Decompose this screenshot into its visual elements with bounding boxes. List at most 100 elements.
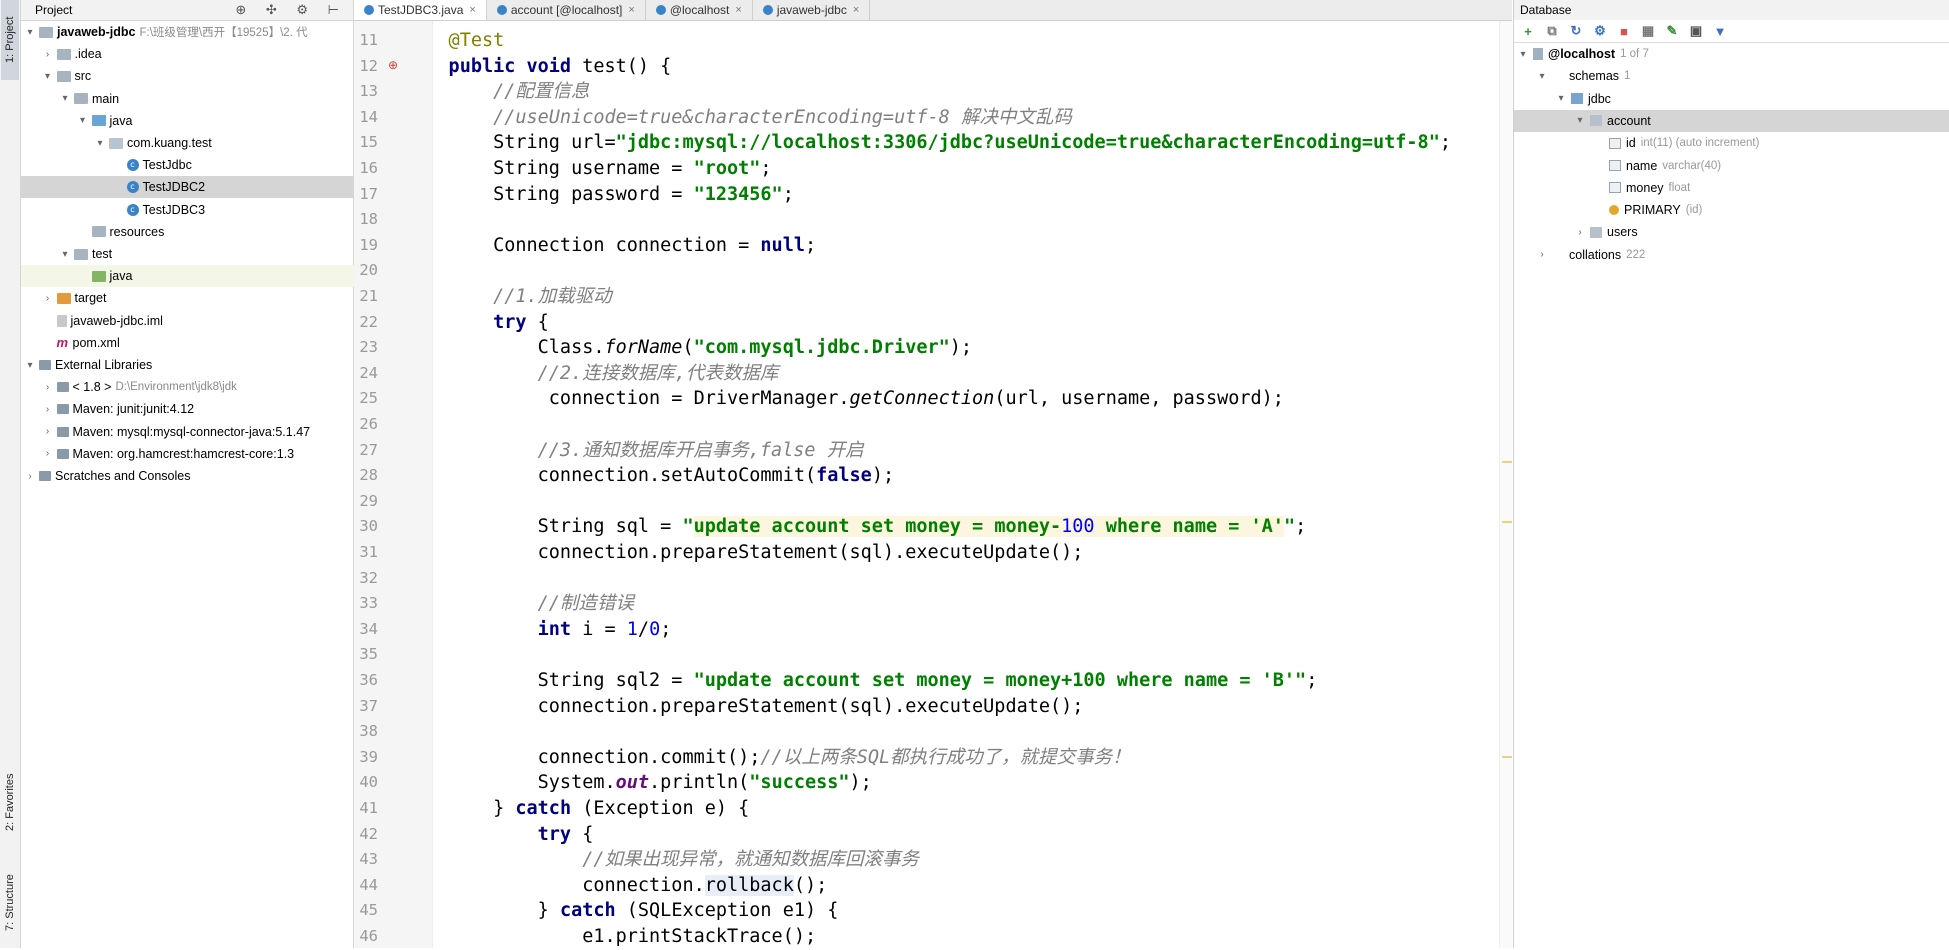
line-number: 39 [359, 747, 378, 766]
code-token: e1.printStackTrace(); [432, 926, 817, 947]
database-tree-item[interactable]: ▾ @localhost 1 of 7 [1514, 43, 1949, 65]
edit-icon[interactable]: ✎ [1664, 23, 1680, 39]
line-number: 38 [359, 722, 378, 741]
project-tree-item[interactable]: ▾ java [21, 110, 408, 132]
database-tree-item[interactable]: name varchar(40) [1514, 155, 1949, 177]
code-token: ; [804, 234, 817, 256]
code-editor[interactable]: @Test public void test() { //配置信息 //useU… [432, 21, 1512, 948]
chevron-right-icon[interactable]: › [41, 49, 55, 60]
chevron-down-icon[interactable]: ▾ [93, 138, 107, 149]
project-panel-header: Project ⊕ ✣ ⚙ ⊢ [21, 0, 353, 21]
project-tree-item[interactable]: › Maven: mysql:mysql-connector-java:5.1.4… [21, 421, 373, 443]
chevron-down-icon[interactable]: ▾ [41, 71, 55, 82]
chevron-right-icon[interactable]: › [41, 448, 55, 459]
chevron-down-icon[interactable]: ▾ [1554, 93, 1568, 104]
line-number: 28 [359, 466, 378, 485]
chevron-down-icon[interactable]: ▾ [23, 27, 37, 38]
line-number: 37 [359, 696, 378, 715]
chevron-down-icon[interactable]: ▾ [76, 115, 90, 126]
project-tree-item[interactable]: › Maven: org.hamcrest:hamcrest-core:1.3 [21, 443, 373, 465]
code-token: name = [1172, 516, 1251, 538]
tab-close-icon[interactable]: × [628, 4, 634, 16]
code-token: public void [448, 55, 572, 77]
project-tree-item[interactable]: java [21, 265, 408, 288]
add-icon[interactable]: + [1520, 23, 1536, 39]
table-icon[interactable]: ▦ [1640, 23, 1656, 39]
chevron-down-icon[interactable]: ▾ [1573, 115, 1587, 126]
chevron-right-icon[interactable]: › [41, 382, 55, 393]
project-tree-item[interactable]: ▾ src [21, 65, 373, 87]
stop-icon[interactable]: ■ [1616, 23, 1632, 39]
favorites-tool-tab[interactable]: 2: Favorites [1, 765, 19, 840]
console-icon[interactable]: ▣ [1688, 23, 1704, 39]
code-token: System. [537, 772, 616, 794]
line-number: 14 [359, 107, 378, 126]
project-tree-item[interactable]: ▾ External Libraries [21, 354, 355, 376]
code-token: where [1094, 516, 1173, 538]
code-line: String username = "root"; [432, 156, 771, 182]
code-token: Connection connection = [432, 234, 761, 256]
project-tree-item[interactable]: › < 1.8 > D:\Environment\jdk8\jdk [21, 376, 373, 398]
project-tree-item[interactable]: ▾ test [21, 243, 390, 265]
project-tree-label: java [109, 113, 133, 128]
tab-close-icon[interactable]: × [853, 4, 859, 16]
test-run-icon[interactable]: ⊕ [388, 58, 398, 72]
file-tab-icon [364, 5, 374, 15]
chevron-right-icon[interactable]: › [1573, 227, 1587, 238]
database-tree-item[interactable]: id int(11) (auto increment) [1514, 132, 1949, 154]
editor-tab[interactable]: TestJDBC3.java × [354, 0, 487, 20]
editor-tab[interactable]: @localhost × [646, 0, 753, 20]
code-token: //2.连接数据库,代表数据库 [432, 362, 779, 384]
code-line: //useUnicode=true&characterEncoding=utf-… [432, 105, 1072, 131]
project-tree-item[interactable]: resources [21, 221, 408, 243]
chevron-down-icon[interactable]: ▾ [1516, 49, 1530, 60]
project-tree-item[interactable]: ▾ javaweb-jdbc F:\班级管理\西开【19525】\2. 代 [21, 21, 355, 43]
database-tree-item[interactable]: ▾ account [1514, 109, 1949, 132]
code-line: String url="jdbc:mysql://localhost:3306/… [432, 130, 1451, 156]
structure-tool-tab[interactable]: 7: Structure [1, 868, 19, 938]
chevron-right-icon[interactable]: › [41, 293, 55, 304]
copy-icon[interactable]: ⧉ [1544, 23, 1560, 39]
database-tree-item[interactable]: ▾ schemas 1 [1514, 65, 1949, 87]
file-tab-icon [655, 5, 666, 15]
tab-close-icon[interactable]: × [735, 4, 741, 16]
editor-tabs: TestJDBC3.java × account [@localhost] × @loc… [354, 0, 1512, 21]
project-tree-item[interactable]: › Scratches and Consoles [21, 465, 355, 487]
project-header-icons[interactable]: ⊕ ✣ ⚙ ⊢ [235, 2, 347, 18]
chevron-down-icon[interactable]: ▾ [23, 360, 37, 371]
code-token: ; [1439, 132, 1451, 154]
project-tree-item[interactable]: ▾ main [21, 88, 390, 110]
chevron-right-icon[interactable]: › [1535, 249, 1549, 260]
project-tree-item[interactable]: m pom.xml [21, 332, 373, 354]
project-tool-tab[interactable]: 1: Project [1, 0, 19, 80]
project-tree-item[interactable]: › target [21, 287, 373, 309]
chevron-right-icon[interactable]: › [23, 471, 37, 482]
chevron-right-icon[interactable]: › [41, 404, 55, 415]
chevron-down-icon[interactable]: ▾ [1535, 71, 1549, 82]
line-number: 17 [359, 184, 378, 203]
left-tool-strip: 1: Project 2: Favorites 7: Structure [0, 0, 21, 948]
editor-tab[interactable]: javaweb-jdbc × [753, 0, 871, 20]
chevron-down-icon[interactable]: ▾ [58, 249, 72, 260]
database-tree-item[interactable]: › collations 222 [1514, 244, 1949, 266]
chevron-down-icon[interactable]: ▾ [58, 93, 72, 104]
tab-close-icon[interactable]: × [469, 4, 475, 16]
database-tree-item[interactable]: PRIMARY (id) [1514, 199, 1949, 221]
refresh-icon[interactable]: ↻ [1568, 23, 1584, 39]
project-tree-label: main [92, 91, 120, 106]
database-tree-item[interactable]: › users [1514, 221, 1949, 243]
editor-scrollbar[interactable] [1499, 21, 1512, 948]
database-tree-item[interactable]: money float [1514, 177, 1949, 199]
project-tree-item[interactable]: › .idea [21, 43, 373, 65]
chevron-right-icon[interactable]: › [41, 426, 55, 437]
project-tree-item[interactable]: › Maven: junit:junit:4.12 [21, 398, 373, 420]
project-tree-item[interactable]: javaweb-jdbc.iml [21, 310, 373, 332]
database-tree-item[interactable]: ▾ jdbc [1514, 88, 1949, 110]
line-number: 34 [359, 619, 378, 638]
project-tree-label: External Libraries [55, 358, 153, 372]
filter-icon[interactable]: ▼ [1712, 23, 1728, 39]
project-panel-title[interactable]: Project [35, 3, 72, 17]
schema-icon[interactable]: ⚙ [1592, 23, 1608, 39]
scroll-marker [1502, 521, 1512, 523]
editor-tab[interactable]: account [@localhost] × [487, 0, 646, 20]
